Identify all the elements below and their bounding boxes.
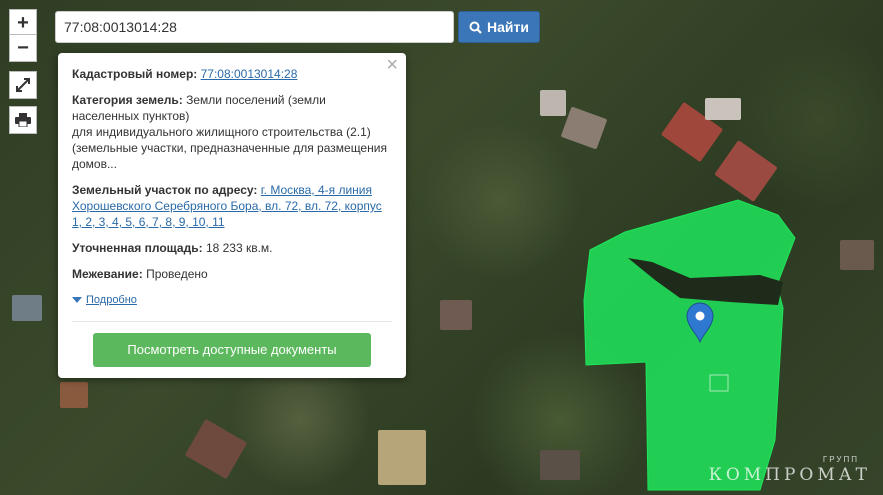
survey-value: Проведено — [146, 267, 208, 281]
survey-row: Межевание: Проведено — [72, 266, 392, 282]
print-button[interactable] — [9, 106, 37, 134]
chevron-down-icon — [72, 297, 82, 303]
area-label: Уточненная площадь: — [72, 241, 203, 255]
view-documents-button[interactable]: Посмотреть доступные документы — [93, 333, 371, 367]
expand-icon — [16, 78, 30, 92]
close-icon[interactable]: × — [386, 55, 398, 75]
printer-icon — [15, 113, 31, 127]
search-icon — [469, 21, 482, 34]
search-button-label: Найти — [487, 19, 529, 35]
category-label: Категория земель: — [72, 93, 183, 107]
address-row: Земельный участок по адресу: г. Москва, … — [72, 182, 392, 230]
divider — [72, 321, 392, 322]
fullscreen-button[interactable] — [9, 71, 37, 99]
survey-label: Межевание: — [72, 267, 143, 281]
search-button[interactable]: Найти — [458, 11, 540, 43]
watermark: ГРУПП КОМПРОМАТ — [708, 455, 871, 485]
watermark-main: КОМПРОМАТ — [708, 465, 871, 485]
address-label: Земельный участок по адресу: — [72, 183, 258, 197]
cadastral-row: Кадастровый номер: 77:08:0013014:28 — [72, 66, 392, 82]
details-toggle[interactable]: Подробно — [72, 292, 392, 308]
category-row: Категория земель: Земли поселений (земли… — [72, 92, 392, 172]
search-input[interactable] — [55, 11, 454, 43]
land-parcel — [583, 199, 796, 491]
cadastral-link[interactable]: 77:08:0013014:28 — [201, 67, 298, 81]
area-value: 18 233 кв.м. — [205, 241, 273, 255]
zoom-in-button[interactable]: + — [9, 9, 37, 37]
zoom-out-button[interactable]: − — [9, 34, 37, 62]
category-detail: для индивидуального жилищного строительс… — [72, 125, 387, 171]
cadastral-label: Кадастровый номер: — [72, 67, 198, 81]
parcel-info-popup: × Кадастровый номер: 77:08:0013014:28 Ка… — [58, 53, 406, 378]
watermark-sub: ГРУПП — [822, 455, 859, 464]
area-row: Уточненная площадь: 18 233 кв.м. — [72, 240, 392, 256]
details-label: Подробно — [86, 294, 137, 306]
